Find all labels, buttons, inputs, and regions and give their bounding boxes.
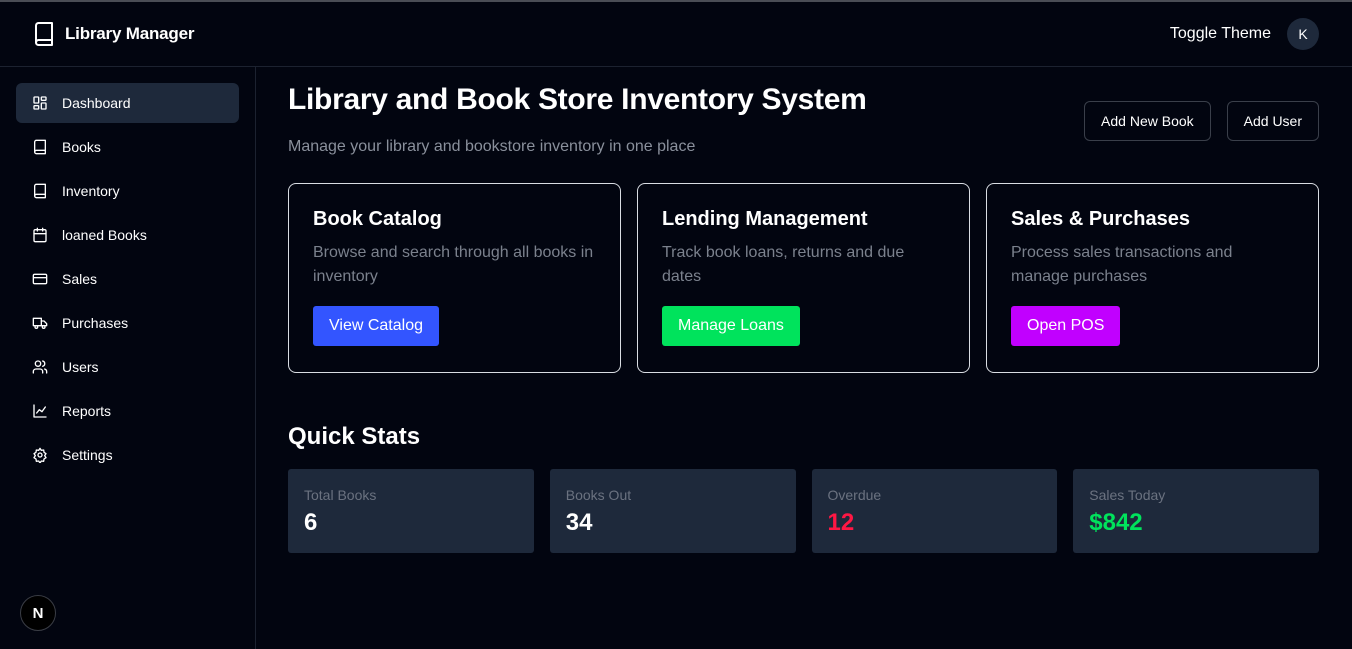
card-title: Lending Management (662, 208, 868, 230)
stat-books-out: Books Out 34 (549, 469, 796, 553)
sidebar-item-inventory[interactable]: Inventory (16, 171, 239, 211)
book-icon (32, 139, 48, 155)
page-title: Library and Book Store Inventory System (288, 83, 867, 116)
sidebar-item-loaned-books[interactable]: loaned Books (16, 215, 239, 255)
dashboard-icon (32, 95, 48, 111)
line-chart-icon (32, 403, 48, 419)
sidebar-item-users[interactable]: Users (16, 347, 239, 387)
card-description: Process sales transactions and manage pu… (1011, 244, 1233, 285)
dev-tools-badge[interactable]: N (20, 595, 56, 631)
stat-value: 34 (565, 509, 593, 536)
card-sales-purchases: Sales & Purchases Process sales transact… (986, 183, 1319, 373)
sidebar-item-label: Sales (62, 271, 98, 287)
credit-card-icon (32, 271, 48, 287)
sidebar-item-purchases[interactable]: Purchases (16, 303, 239, 343)
sidebar: Dashboard Books Inventory loaned Books S… (0, 67, 256, 649)
card-description: Track book loans, returns and due dates (662, 244, 905, 285)
sidebar-item-settings[interactable]: Settings (16, 435, 239, 475)
stat-label: Books Out (565, 487, 632, 503)
sidebar-item-label: Users (62, 359, 99, 375)
calendar-icon (32, 227, 48, 243)
book-icon (33, 22, 55, 46)
stat-overdue: Overdue 12 (811, 469, 1058, 553)
app-title: Library Manager (65, 24, 195, 43)
users-icon (32, 359, 48, 375)
page-subtitle: Manage your library and bookstore invent… (288, 138, 696, 155)
top-header: Library Manager Toggle Theme K (0, 2, 1352, 67)
brand[interactable]: Library Manager (33, 22, 194, 46)
quick-stats-heading: Quick Stats (288, 423, 421, 450)
truck-icon (32, 315, 48, 331)
avatar[interactable]: K (1287, 18, 1319, 50)
add-user-button[interactable]: Add User (1226, 101, 1319, 141)
stat-label: Overdue (827, 487, 882, 503)
sidebar-item-label: Purchases (62, 315, 129, 331)
sidebar-item-label: Inventory (62, 183, 120, 199)
gear-icon (32, 447, 48, 463)
manage-loans-button[interactable]: Manage Loans (662, 306, 800, 346)
sidebar-item-dashboard[interactable]: Dashboard (16, 83, 239, 123)
toggle-theme-button[interactable]: Toggle Theme (1170, 25, 1271, 43)
card-lending-management: Lending Management Track book loans, ret… (637, 183, 970, 373)
stat-value: 6 (304, 509, 318, 536)
sidebar-item-label: Reports (62, 403, 112, 419)
sidebar-item-sales[interactable]: Sales (16, 259, 239, 299)
stat-label: Total Books (304, 487, 377, 503)
card-description: Browse and search through all books in i… (313, 244, 594, 285)
open-pos-button[interactable]: Open POS (1011, 306, 1121, 346)
sidebar-item-label: loaned Books (62, 227, 147, 243)
stat-value: $842 (1089, 509, 1143, 536)
sidebar-item-label: Books (62, 139, 101, 155)
view-catalog-button[interactable]: View Catalog (313, 306, 439, 346)
stat-value: 12 (827, 509, 855, 536)
sidebar-item-label: Dashboard (62, 95, 131, 111)
main-content: Library and Book Store Inventory System … (288, 67, 1319, 649)
card-book-catalog: Book Catalog Browse and search through a… (288, 183, 621, 373)
stat-sales-today: Sales Today $842 (1073, 469, 1319, 553)
book-icon (32, 183, 48, 199)
stat-total-books: Total Books 6 (288, 469, 534, 553)
card-title: Book Catalog (313, 208, 442, 230)
sidebar-item-reports[interactable]: Reports (16, 391, 239, 431)
card-title: Sales & Purchases (1011, 208, 1190, 230)
add-new-book-button[interactable]: Add New Book (1084, 101, 1211, 141)
sidebar-item-books[interactable]: Books (16, 127, 239, 167)
stat-label: Sales Today (1089, 487, 1166, 503)
sidebar-item-label: Settings (62, 447, 113, 463)
